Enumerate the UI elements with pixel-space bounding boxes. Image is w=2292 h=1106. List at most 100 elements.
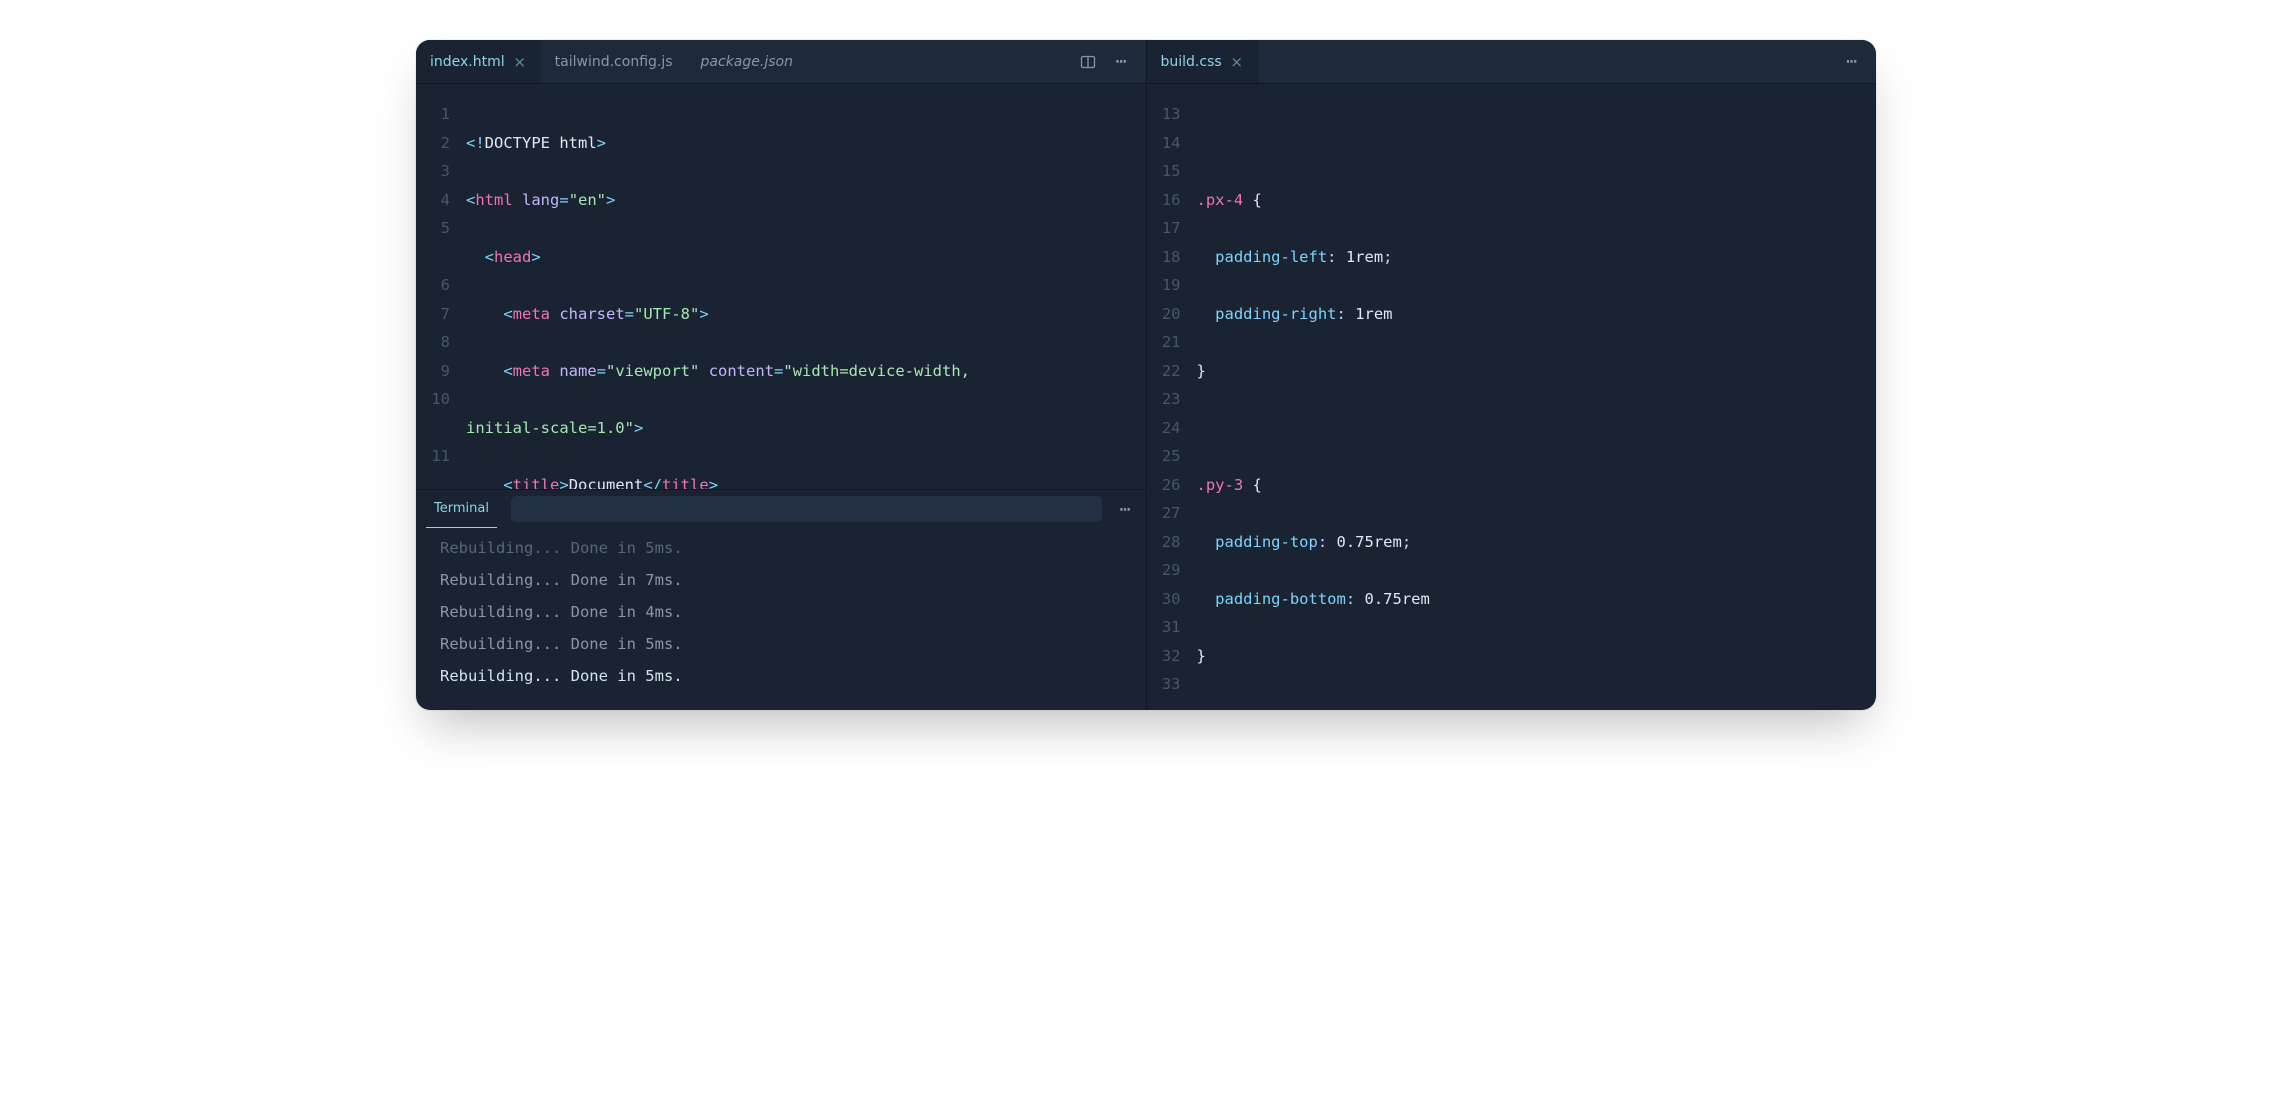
line-number: 2 [416,129,450,158]
code-token: 0.75rem [1365,590,1430,608]
code-token [699,362,708,380]
tab-tailwind-config[interactable]: tailwind.config.js [541,40,687,83]
code-token: padding-top [1215,533,1318,551]
code-token [550,362,559,380]
line-number: 30 [1147,585,1181,614]
line-number: 11 [416,442,450,471]
line-number: 25 [1147,442,1181,471]
code-token: title [662,476,709,490]
terminal-line: Rebuilding... Done in 5ms. [440,628,1122,660]
line-number: 32 [1147,642,1181,671]
code-token: head [494,248,531,266]
code-token: padding-bottom [1215,590,1346,608]
terminal-input[interactable] [511,496,1102,522]
left-code-lines[interactable]: <!DOCTYPE html> <html lang="en"> <head> … [466,100,1146,489]
tab-index-html[interactable]: index.html × [416,40,541,83]
tab-label: build.css [1161,54,1222,70]
line-number: 20 [1147,300,1181,329]
left-tab-bar: index.html × tailwind.config.js package.… [416,40,1146,84]
code-token: .px-4 [1197,191,1244,209]
line-number: 15 [1147,157,1181,186]
code-token: > [634,419,643,437]
terminal-line: Rebuilding... Done in 4ms. [440,596,1122,628]
code-token: > [606,191,615,209]
code-token: < [503,305,512,323]
line-number: 24 [1147,414,1181,443]
line-number: 26 [1147,471,1181,500]
code-token: < [503,362,512,380]
right-code-area[interactable]: 1314151617181920212223242526272829303132… [1147,84,1877,710]
code-token: meta [513,362,550,380]
line-number: 9 [416,357,450,386]
tab-label: index.html [430,54,505,70]
terminal-line: Rebuilding... Done in 5ms. [440,532,1122,564]
terminal-output[interactable]: Rebuilding... Done in 5ms.Rebuilding... … [416,528,1146,710]
close-icon[interactable]: × [1230,53,1244,71]
tab-package-json[interactable]: package.json [687,40,807,83]
line-number: 22 [1147,357,1181,386]
code-token: lang [522,191,559,209]
code-token: "width=device-width, [783,362,979,380]
line-number: 29 [1147,556,1181,585]
close-icon[interactable]: × [513,53,527,71]
code-token [1243,191,1252,209]
line-number: 16 [1147,186,1181,215]
code-token [1197,533,1216,551]
code-token: "viewport" [606,362,699,380]
code-token [466,305,503,323]
line-number: 4 [416,186,450,215]
tab-actions [1828,40,1876,83]
code-token: { [1253,476,1262,494]
code-token: DOCTYPE html [485,134,597,152]
code-token: > [531,248,540,266]
code-token: < [466,191,475,209]
line-number: 17 [1147,214,1181,243]
code-token: > [699,305,708,323]
code-token: { [1253,191,1262,209]
more-actions-icon[interactable] [1112,52,1132,72]
terminal-header: Terminal [416,490,1146,528]
code-token: "UTF-8" [634,305,699,323]
left-code-area[interactable]: 1234567891011 <!DOCTYPE html> <html lang… [416,84,1146,489]
code-token: </ [643,476,662,490]
code-token [466,362,503,380]
code-token [466,248,485,266]
split-editor-icon[interactable] [1078,52,1098,72]
line-number: 18 [1147,243,1181,272]
line-number: 31 [1147,613,1181,642]
code-token: padding-right [1215,305,1336,323]
code-token [1243,476,1252,494]
tab-build-css[interactable]: build.css × [1147,40,1258,83]
right-gutter: 1314151617181920212223242526272829303132… [1147,100,1197,710]
tab-actions [1064,40,1146,83]
code-token: : [1346,590,1365,608]
right-pane: build.css × 1314151617181920212223242526… [1147,40,1877,710]
terminal-tab-label: Terminal [434,501,489,516]
line-number: 28 [1147,528,1181,557]
more-actions-icon[interactable] [1842,52,1862,72]
code-token: > [597,134,606,152]
terminal-line: Rebuilding... Done in 7ms. [440,564,1122,596]
line-number [416,243,450,272]
code-token: ; [1402,533,1411,551]
code-token [1197,590,1216,608]
line-number: 19 [1147,271,1181,300]
code-token: 0.75rem [1337,533,1402,551]
more-actions-icon[interactable] [1116,499,1136,519]
code-token: 1rem [1355,305,1392,323]
line-number: 3 [416,157,450,186]
left-gutter: 1234567891011 [416,100,466,489]
code-token: initial-scale=1.0" [466,419,634,437]
code-token: Document [569,476,644,490]
right-code-lines[interactable]: .px-4 { padding-left: 1rem; padding-righ… [1197,100,1877,710]
code-token [513,191,522,209]
editor-window: index.html × tailwind.config.js package.… [416,40,1876,710]
terminal-tab[interactable]: Terminal [426,490,497,528]
line-number: 6 [416,271,450,300]
line-number: 27 [1147,499,1181,528]
line-number: 7 [416,300,450,329]
code-token: = [774,362,783,380]
left-pane: index.html × tailwind.config.js package.… [416,40,1147,710]
line-number: 1 [416,100,450,129]
code-token: meta [513,305,550,323]
